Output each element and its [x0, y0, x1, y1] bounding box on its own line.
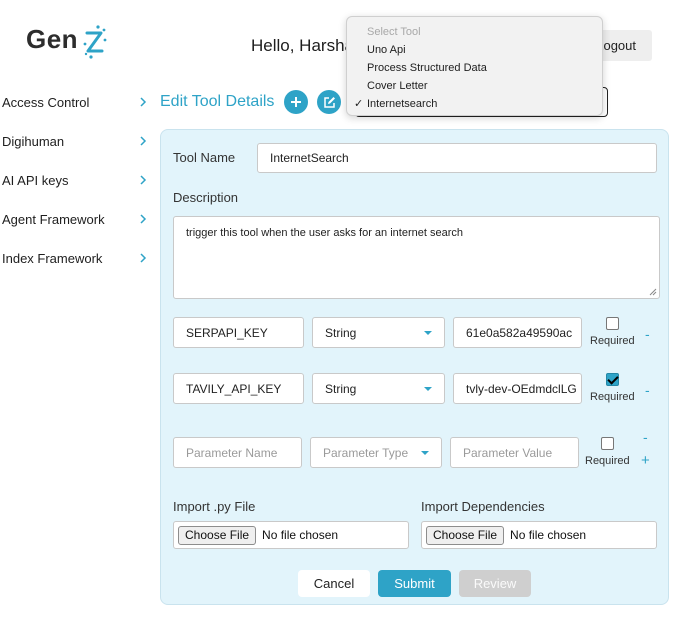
tool-name-label: Tool Name: [173, 150, 236, 165]
new-parameter-value-input[interactable]: Parameter Value: [450, 437, 579, 468]
file-status: No file chosen: [510, 528, 587, 542]
description-textarea[interactable]: trigger this tool when the user asks for…: [173, 216, 660, 299]
menu-option-process-structured-data[interactable]: Process Structured Data: [347, 59, 602, 77]
parameter-type-select[interactable]: String: [312, 373, 445, 404]
required-checkbox[interactable]: [601, 437, 614, 450]
menu-option-label: Cover Letter: [367, 80, 428, 92]
required-checkbox[interactable]: [606, 317, 619, 330]
resize-handle-icon[interactable]: [649, 288, 657, 296]
required-checkbox-checked[interactable]: [606, 373, 619, 386]
caret-down-icon: [424, 330, 432, 335]
menu-option-cover-letter[interactable]: Cover Letter: [347, 77, 602, 95]
sidebar-item-label: AI API keys: [2, 172, 69, 188]
edit-icon: [323, 96, 335, 108]
checkmark-icon: ✓: [354, 98, 364, 110]
chevron-right-icon: [140, 253, 147, 263]
menu-option-label: Select Tool: [367, 26, 421, 38]
menu-option-internetsearch[interactable]: ✓ Internetsearch: [347, 95, 602, 113]
remove-parameter-button[interactable]: -: [645, 382, 650, 398]
required-label: Required: [585, 455, 630, 467]
file-status: No file chosen: [262, 528, 339, 542]
new-parameter-type-select[interactable]: Parameter Type: [310, 437, 442, 468]
chevron-right-icon: [140, 136, 147, 146]
import-py-file-input[interactable]: Choose File No file chosen: [173, 521, 409, 549]
tool-name-input[interactable]: InternetSearch: [257, 143, 657, 173]
logo-z-icon: [83, 25, 107, 59]
parameter-type-value: String: [325, 381, 357, 396]
greeting: Hello, Harsha: [251, 36, 354, 55]
sidebar-item-label: Index Framework: [2, 250, 103, 266]
required-label: Required: [590, 335, 635, 347]
parameter-type-select[interactable]: String: [312, 317, 445, 348]
menu-option-label: Internetsearch: [367, 98, 438, 110]
import-py-label: Import .py File: [173, 499, 256, 514]
logo-text: Gen: [26, 24, 79, 54]
description-label: Description: [173, 190, 239, 205]
tool-form-panel: Tool Name InternetSearch Description tri…: [160, 129, 669, 605]
new-parameter-name-input[interactable]: Parameter Name: [173, 437, 302, 468]
caret-down-icon: [424, 386, 432, 391]
sidebar-item-label: Digihuman: [2, 133, 65, 149]
parameter-name-input[interactable]: TAVILY_API_KEY: [173, 373, 304, 404]
sidebar-item-agent-framework[interactable]: Agent Framework: [2, 207, 148, 231]
parameter-type-value: String: [325, 325, 357, 340]
sidebar-item-label: Access Control: [2, 94, 90, 110]
choose-file-button[interactable]: Choose File: [426, 525, 505, 545]
menu-option-label: Uno Api: [367, 44, 406, 56]
page-title: Edit Tool Details: [160, 93, 275, 110]
import-dependencies-label: Import Dependencies: [421, 499, 545, 514]
logo: Gen: [26, 24, 116, 64]
menu-option-select-tool: Select Tool: [347, 23, 602, 41]
chevron-right-icon: [140, 214, 147, 224]
required-label: Required: [590, 391, 635, 403]
parameter-name-input[interactable]: SERPAPI_KEY: [173, 317, 304, 348]
parameter-value-input[interactable]: 61e0a582a49590ac: [453, 317, 582, 348]
sidebar-item-access-control[interactable]: Access Control: [2, 90, 148, 114]
import-dependencies-file-input[interactable]: Choose File No file chosen: [421, 521, 657, 549]
cancel-button[interactable]: Cancel: [298, 570, 370, 597]
remove-parameter-button[interactable]: -: [645, 326, 650, 342]
submit-button[interactable]: Submit: [378, 570, 451, 597]
review-button[interactable]: Review: [459, 570, 531, 597]
choose-file-button[interactable]: Choose File: [178, 525, 257, 545]
chevron-right-icon: [140, 175, 147, 185]
sidebar-item-index-framework[interactable]: Index Framework: [2, 246, 148, 270]
edit-tool-button[interactable]: [317, 90, 341, 114]
chevron-right-icon: [140, 97, 147, 107]
menu-option-label: Process Structured Data: [367, 62, 487, 74]
menu-option-uno-api[interactable]: Uno Api: [347, 41, 602, 59]
remove-parameter-button[interactable]: -: [643, 429, 648, 445]
tool-select-menu: Select Tool Uno Api Process Structured D…: [346, 16, 603, 116]
parameter-type-placeholder: Parameter Type: [323, 445, 409, 460]
sidebar-item-label: Agent Framework: [2, 211, 105, 227]
plus-icon: [291, 97, 301, 107]
sidebar-item-ai-api-keys[interactable]: AI API keys: [2, 168, 148, 192]
add-parameter-button[interactable]: +: [641, 452, 650, 469]
sidebar-item-digihuman[interactable]: Digihuman: [2, 129, 148, 153]
caret-down-icon: [421, 450, 429, 455]
add-tool-button[interactable]: [284, 90, 308, 114]
description-text: trigger this tool when the user asks for…: [186, 227, 463, 239]
parameter-value-input[interactable]: tvly-dev-OEdmdclLG: [453, 373, 582, 404]
